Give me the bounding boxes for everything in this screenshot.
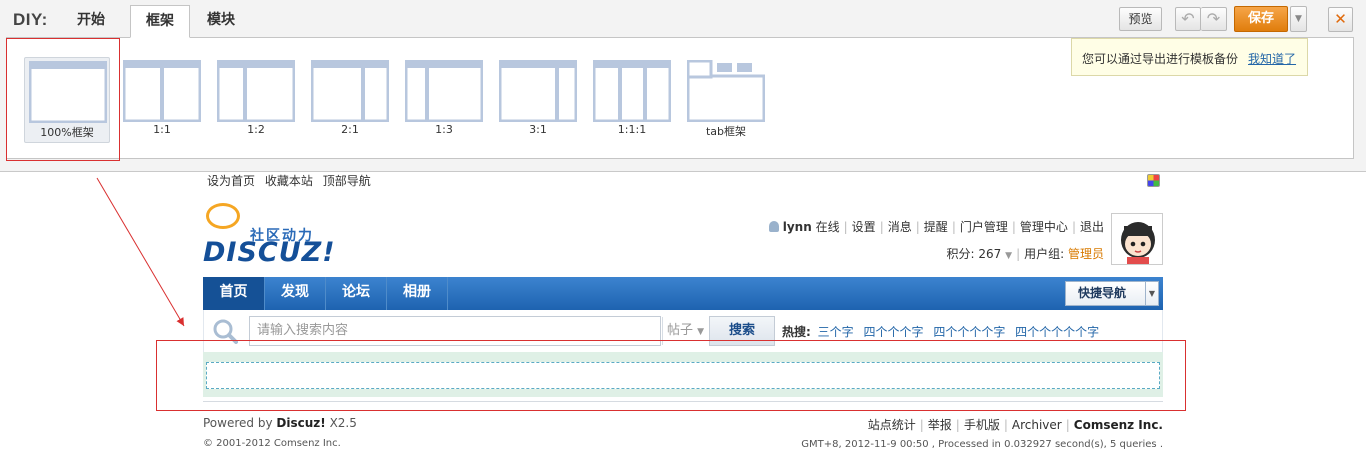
diy-label: DIY: [13,10,48,29]
user-icon [768,221,779,232]
powered-version: X2.5 [329,416,357,430]
logout-link[interactable]: 退出 [1080,220,1104,234]
layout-label: 1:1 [153,123,171,136]
chevron-down-icon: ▼ [1295,14,1302,24]
search-type-value: 帖子 [667,323,694,338]
footer-links: 站点统计 | 举报 | 手机版 | Archiver | Comsenz Inc. [867,418,1163,432]
bookmark-link[interactable]: 收藏本站 [265,174,313,188]
undo-icon: ↶ [1181,9,1195,28]
layout-100-frame[interactable]: 100%框架 [24,57,110,143]
layout-1-1-1-icon [593,60,671,122]
nav-item-home[interactable]: 首页 [203,277,265,310]
report-link[interactable]: 举报 [928,418,952,432]
layout-3-1-icon [499,60,577,122]
hot-link[interactable]: 四个个个个个字 [1015,325,1099,339]
hot-link[interactable]: 三个字 [818,325,854,339]
user-group-link[interactable]: 管理员 [1068,247,1104,261]
powered-brand-link[interactable]: Discuz! [276,416,325,430]
hot-link[interactable]: 四个个个个字 [933,325,1005,339]
admin-center-link[interactable]: 管理中心 [1020,220,1068,234]
score-link[interactable]: 积分: 267 [947,247,1002,261]
layout-1-2[interactable]: 1:2 [213,57,299,143]
chevron-down-icon: ▼ [697,327,705,337]
copyright: © 2001-2012 Comsenz Inc. [203,438,341,449]
close-button[interactable]: ✕ [1328,7,1353,32]
screen: DIY: 开始 框架 模块 预览 ↶ ↷ 保存 ▼ ✕ 您可以通过导出进行模板备… [0,0,1366,466]
avatar-image [1112,214,1162,264]
quick-nav-button[interactable]: 快捷导航 ▼ [1065,281,1159,306]
user-bar: lynn 在线 | 设置 | 消息 | 提醒 | 门户管理 | 管理中心 | 退出 [768,218,1104,235]
hot-label: 热搜: [782,325,811,339]
tip-text: 您可以通过导出进行模板备份 [1082,52,1239,66]
layout-label: 1:2 [247,123,265,136]
layout-1-2-icon [217,60,295,122]
notifications-link[interactable]: 提醒 [924,220,948,234]
online-status[interactable]: 在线 [816,220,840,234]
layout-label: 100%框架 [40,126,94,139]
stats-link[interactable]: 站点统计 [868,418,916,432]
layout-label: 1:3 [435,123,453,136]
nav-item-album[interactable]: 相册 [387,277,448,310]
layout-label: 2:1 [341,123,359,136]
nav-item-discover[interactable]: 发现 [265,277,326,310]
chevron-down-icon: ▼ [1005,251,1013,261]
layout-tab-frame[interactable]: tab框架 [683,57,769,143]
tip-dismiss-link[interactable]: 我知道了 [1248,52,1296,66]
logo-wordmark: DISCUZ! [203,237,336,268]
layout-1-3-icon [405,60,483,122]
top-links: 设为首页 收藏本站 顶部导航 [207,172,377,189]
redo-button[interactable]: ↷ [1201,7,1227,31]
palette-icon[interactable] [1147,174,1160,187]
layout-1-1-icon [123,60,201,122]
settings-link[interactable]: 设置 [852,220,876,234]
search-placeholder: 请输入搜索内容 [257,323,349,338]
undo-button[interactable]: ↶ [1175,7,1201,31]
preview-button[interactable]: 预览 [1119,7,1162,31]
powered-prefix: Powered by [203,416,273,430]
messages-link[interactable]: 消息 [888,220,912,234]
layout-label: 1:1:1 [617,123,647,136]
footer-info: GMT+8, 2012-11-9 00:50 , Processed in 0.… [801,439,1163,450]
layout-label: tab框架 [705,125,747,138]
layout-100-icon [29,61,107,123]
score-bar: 积分: 267 ▼ | 用户组: 管理员 [946,247,1104,261]
redo-icon: ↷ [1206,9,1221,28]
archiver-link[interactable]: Archiver [1012,418,1062,432]
layout-label: 3:1 [529,123,547,136]
chevron-down-icon: ▼ [1145,282,1158,305]
set-homepage-link[interactable]: 设为首页 [207,174,255,188]
layout-1-3[interactable]: 1:3 [401,57,487,143]
nav-item-forum[interactable]: 论坛 [326,277,387,310]
quick-nav-label: 快捷导航 [1078,286,1127,300]
username-link[interactable]: lynn [783,220,812,234]
top-nav-link[interactable]: 顶部导航 [323,174,371,188]
hot-link[interactable]: 四个个个字 [863,325,923,339]
save-button[interactable]: 保存 [1234,6,1288,32]
layout-1-1[interactable]: 1:1 [119,57,205,143]
layout-tab-icon [687,60,765,122]
hot-searches: 热搜: 三个字 四个个个字 四个个个个字 四个个个个个字 [782,323,1105,340]
layout-2-1[interactable]: 2:1 [307,57,393,143]
backup-tip: 您可以通过导出进行模板备份 我知道了 [1071,38,1308,76]
layout-1-1-1[interactable]: 1:1:1 [589,57,675,143]
powered-by: Powered by Discuz! X2.5 [203,416,357,430]
layout-3-1[interactable]: 3:1 [495,57,581,143]
mobile-link[interactable]: 手机版 [964,418,1000,432]
main-nav: 首页 发现 论坛 相册 快捷导航 ▼ [203,277,1163,310]
group-label: 用户组: [1024,247,1065,261]
site-logo[interactable]: 社区动力 DISCUZ! [203,203,343,269]
save-dropdown-button[interactable]: ▼ [1290,6,1307,32]
tab-start[interactable]: 开始 [62,5,120,38]
portal-admin-link[interactable]: 门户管理 [960,220,1008,234]
avatar[interactable] [1111,213,1163,265]
diy-panel: DIY: 开始 框架 模块 预览 ↶ ↷ 保存 ▼ ✕ 您可以通过导出进行模板备… [0,0,1366,172]
company-link[interactable]: Comsenz Inc. [1074,418,1163,432]
layout-2-1-icon [311,60,389,122]
tab-frame[interactable]: 框架 [130,5,190,38]
close-icon: ✕ [1334,10,1347,28]
speech-bubble-icon [206,203,240,229]
tab-module[interactable]: 模块 [192,5,250,38]
annotation-target-box [156,340,1186,411]
